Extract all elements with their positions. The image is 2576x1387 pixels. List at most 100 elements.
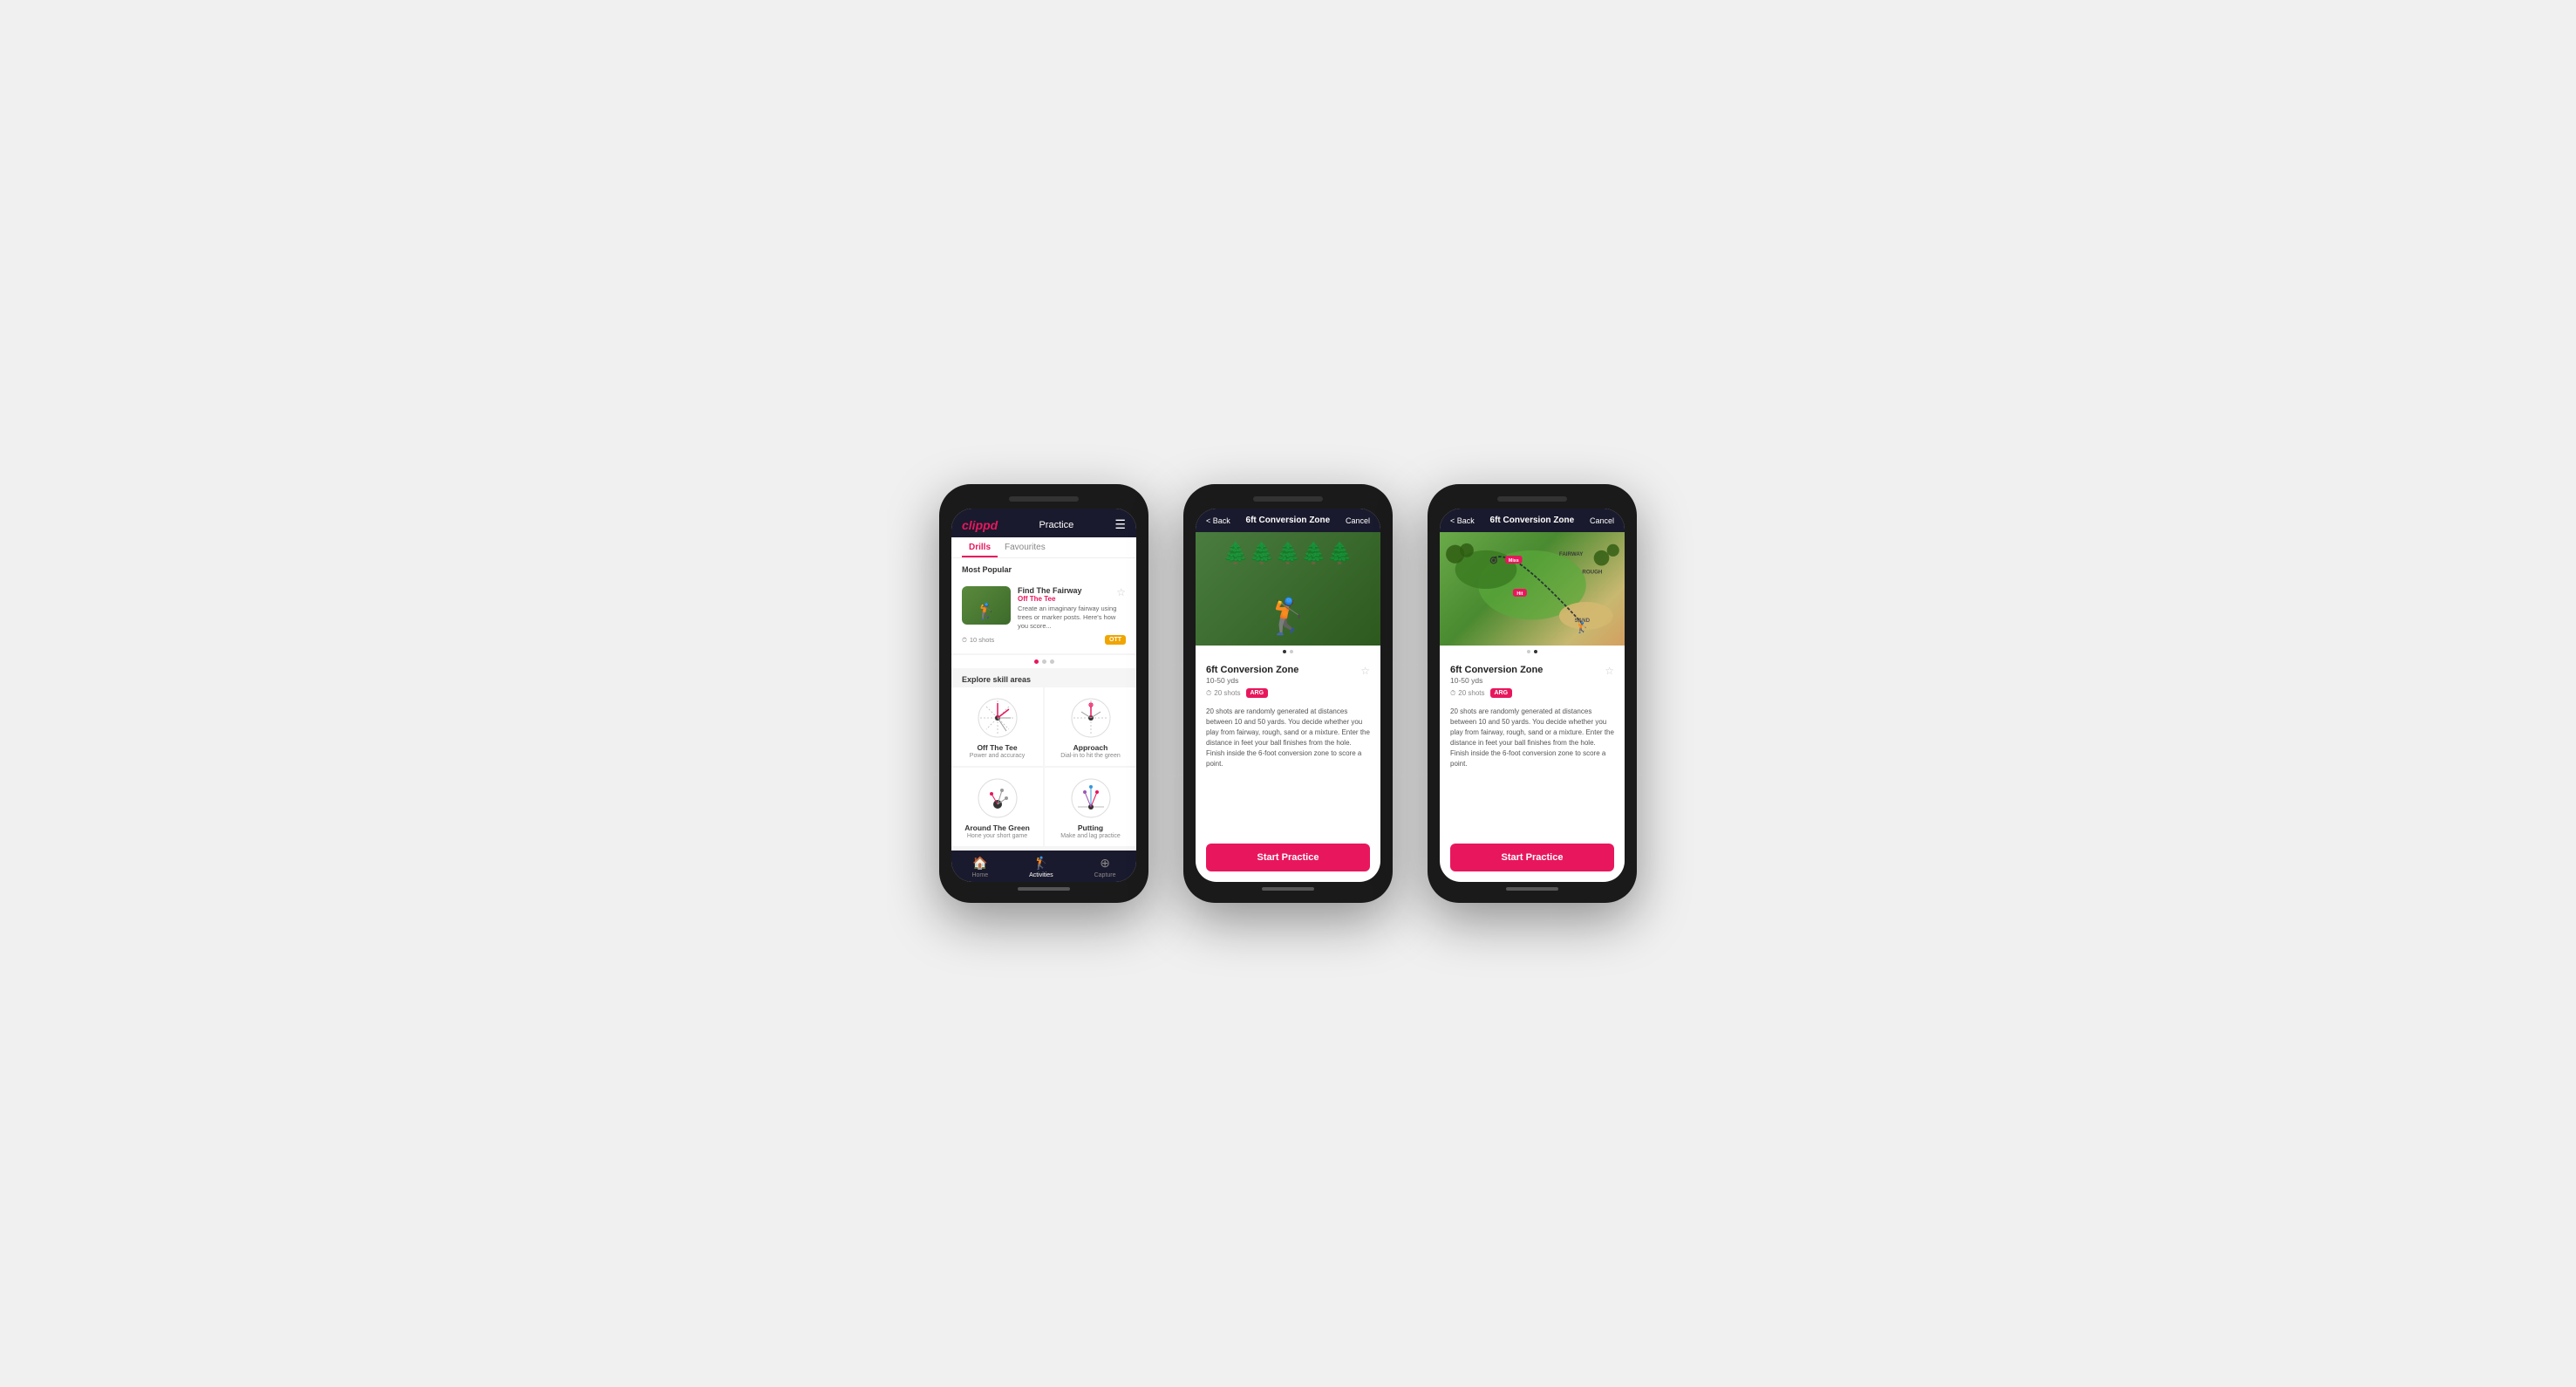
- drill-name-3: 6ft Conversion Zone: [1450, 665, 1543, 675]
- svg-text:🏌️: 🏌️: [1576, 621, 1589, 634]
- drill-range-2: 10-50 yds: [1206, 676, 1298, 685]
- drill-info: Find The Fairway Off The Tee Create an i…: [1018, 586, 1126, 630]
- activities-icon: 🏌: [1033, 856, 1048, 871]
- arg-badge-2: ARG: [1246, 688, 1269, 698]
- most-popular-label: Most Popular: [951, 558, 1136, 577]
- header-title-3: 6ft Conversion Zone: [1490, 516, 1575, 525]
- skill-grid: Off The Tee Power and accuracy: [951, 687, 1136, 848]
- explore-label: Explore skill areas: [951, 668, 1136, 687]
- phone-notch-3: [1497, 496, 1567, 502]
- svg-text:FAIRWAY: FAIRWAY: [1559, 551, 1584, 557]
- drill-card[interactable]: 🏌️ Find The Fairway Off The Tee Create a…: [951, 577, 1136, 653]
- drill-item: 🏌️ Find The Fairway Off The Tee Create a…: [962, 586, 1126, 630]
- pdot-3-2: [1534, 650, 1537, 653]
- skill-card-ott[interactable]: Off The Tee Power and accuracy: [951, 687, 1043, 766]
- favourite-star[interactable]: ☆: [1116, 586, 1126, 598]
- drill-subtitle: Off The Tee: [1018, 595, 1126, 603]
- home-icon: 🏠: [972, 856, 987, 871]
- phone-3: < Back 6ft Conversion Zone Cancel: [1428, 484, 1637, 903]
- app-logo: clippd: [962, 518, 998, 532]
- nav-capture-label: Capture: [1094, 872, 1116, 878]
- home-bar: [1018, 887, 1070, 891]
- phone-screen-1: clippd Practice ☰ Drills Favourites Most…: [951, 509, 1136, 882]
- dot-2: [1042, 659, 1046, 664]
- skill-card-putting[interactable]: Putting Make and lag practice: [1045, 768, 1136, 846]
- shot-count: ⏱ 10 shots: [962, 636, 994, 645]
- drill-star-2[interactable]: ☆: [1360, 665, 1370, 677]
- skill-card-atg[interactable]: Around The Green Hone your short game: [951, 768, 1043, 846]
- home-bar-3: [1506, 887, 1558, 891]
- shots-count-3: 20 shots: [1458, 689, 1484, 697]
- shots-meta-2: ⏱ 20 shots: [1206, 689, 1241, 698]
- nav-home[interactable]: 🏠 Home: [971, 856, 988, 878]
- drill-description: Create an imaginary fairway using trees …: [1018, 605, 1126, 630]
- map-svg: Miss Hit FAIRWAY ROUGH SAND 🏌️: [1440, 532, 1625, 646]
- ott-icon: [976, 696, 1019, 740]
- svg-text:Miss: Miss: [1509, 558, 1519, 564]
- drill-footer: ⏱ 10 shots OTT: [962, 635, 1126, 645]
- drill-meta-3: ⏱ 20 shots ARG: [1440, 688, 1625, 703]
- skill-name-atg: Around The Green: [964, 823, 1030, 832]
- back-button-3[interactable]: < Back: [1450, 516, 1475, 525]
- pdot-1: [1283, 650, 1286, 653]
- drill-header-2: 6ft Conversion Zone 10-50 yds ☆: [1196, 658, 1380, 688]
- putting-icon: [1069, 776, 1113, 820]
- image-pagination-3: [1440, 646, 1625, 658]
- atg-icon: [976, 776, 1019, 820]
- tab-drills[interactable]: Drills: [962, 537, 998, 557]
- pdot-3-1: [1527, 650, 1530, 653]
- image-pagination-2: [1196, 646, 1380, 658]
- drill-title: Find The Fairway: [1018, 586, 1126, 595]
- nav-activities[interactable]: 🏌 Activities: [1029, 856, 1053, 878]
- clock-icon-3: ⏱: [1450, 689, 1455, 698]
- ott-badge: OTT: [1105, 635, 1126, 645]
- capture-icon: ⊕: [1100, 856, 1110, 871]
- svg-text:Hit: Hit: [1516, 591, 1523, 597]
- phone-1: clippd Practice ☰ Drills Favourites Most…: [939, 484, 1148, 903]
- shots-meta-3: ⏱ 20 shots: [1450, 689, 1485, 698]
- phone-screen-3: < Back 6ft Conversion Zone Cancel: [1440, 509, 1625, 882]
- pdot-2: [1290, 650, 1293, 653]
- golfer-figure: 🏌️: [1266, 596, 1310, 637]
- drill-meta-2: ⏱ 20 shots ARG: [1196, 688, 1380, 703]
- nav-capture[interactable]: ⊕ Capture: [1094, 856, 1116, 878]
- start-practice-button-2[interactable]: Start Practice: [1206, 844, 1370, 871]
- shots-count-2: 20 shots: [1214, 689, 1240, 697]
- tab-favourites[interactable]: Favourites: [998, 537, 1053, 557]
- skill-desc-approach: Dial-in to hit the green: [1060, 753, 1120, 759]
- drill-range-3: 10-50 yds: [1450, 676, 1543, 685]
- start-practice-button-3[interactable]: Start Practice: [1450, 844, 1614, 871]
- app-header: clippd Practice ☰: [951, 509, 1136, 537]
- phone-notch-2: [1253, 496, 1323, 502]
- nav-home-label: Home: [971, 872, 988, 878]
- phone-screen-2: < Back 6ft Conversion Zone Cancel 🌲🌲🌲🌲🌲 …: [1196, 509, 1380, 882]
- skill-card-approach[interactable]: Approach Dial-in to hit the green: [1045, 687, 1136, 766]
- drill-image-2: 🌲🌲🌲🌲🌲 🏌️: [1196, 532, 1380, 646]
- detail-header-2: < Back 6ft Conversion Zone Cancel: [1196, 509, 1380, 532]
- trees-bg: 🌲🌲🌲🌲🌲: [1196, 541, 1380, 566]
- drill-name-2: 6ft Conversion Zone: [1206, 665, 1298, 675]
- main-content: Most Popular 🏌️ Find The Fairway Off The…: [951, 558, 1136, 851]
- skill-name-ott: Off The Tee: [977, 743, 1017, 752]
- drill-star-3[interactable]: ☆: [1605, 665, 1614, 677]
- home-bar-2: [1262, 887, 1314, 891]
- detail-content-3: Miss Hit FAIRWAY ROUGH SAND 🏌️: [1440, 532, 1625, 844]
- skill-desc-ott: Power and accuracy: [970, 753, 1025, 759]
- menu-icon[interactable]: ☰: [1114, 517, 1126, 532]
- skill-name-approach: Approach: [1073, 743, 1108, 752]
- svg-text:ROUGH: ROUGH: [1582, 569, 1603, 575]
- detail-header-3: < Back 6ft Conversion Zone Cancel: [1440, 509, 1625, 532]
- skill-desc-putting: Make and lag practice: [1060, 833, 1120, 839]
- detail-content-2: 🌲🌲🌲🌲🌲 🏌️ 6ft Conversion Zone 10-50 yds ☆…: [1196, 532, 1380, 844]
- drill-description-2: 20 shots are randomly generated at dista…: [1196, 703, 1380, 780]
- cancel-button-3[interactable]: Cancel: [1590, 516, 1614, 525]
- drill-header-3: 6ft Conversion Zone 10-50 yds ☆: [1440, 658, 1625, 688]
- drill-thumbnail: 🏌️: [962, 586, 1011, 625]
- cancel-button-2[interactable]: Cancel: [1346, 516, 1370, 525]
- back-button-2[interactable]: < Back: [1206, 516, 1230, 525]
- tab-bar: Drills Favourites: [951, 537, 1136, 558]
- header-title-2: 6ft Conversion Zone: [1246, 516, 1331, 525]
- map-background: Miss Hit FAIRWAY ROUGH SAND 🏌️: [1440, 532, 1625, 646]
- drill-name-group: 6ft Conversion Zone 10-50 yds: [1206, 665, 1298, 685]
- pagination-dots: [951, 655, 1136, 668]
